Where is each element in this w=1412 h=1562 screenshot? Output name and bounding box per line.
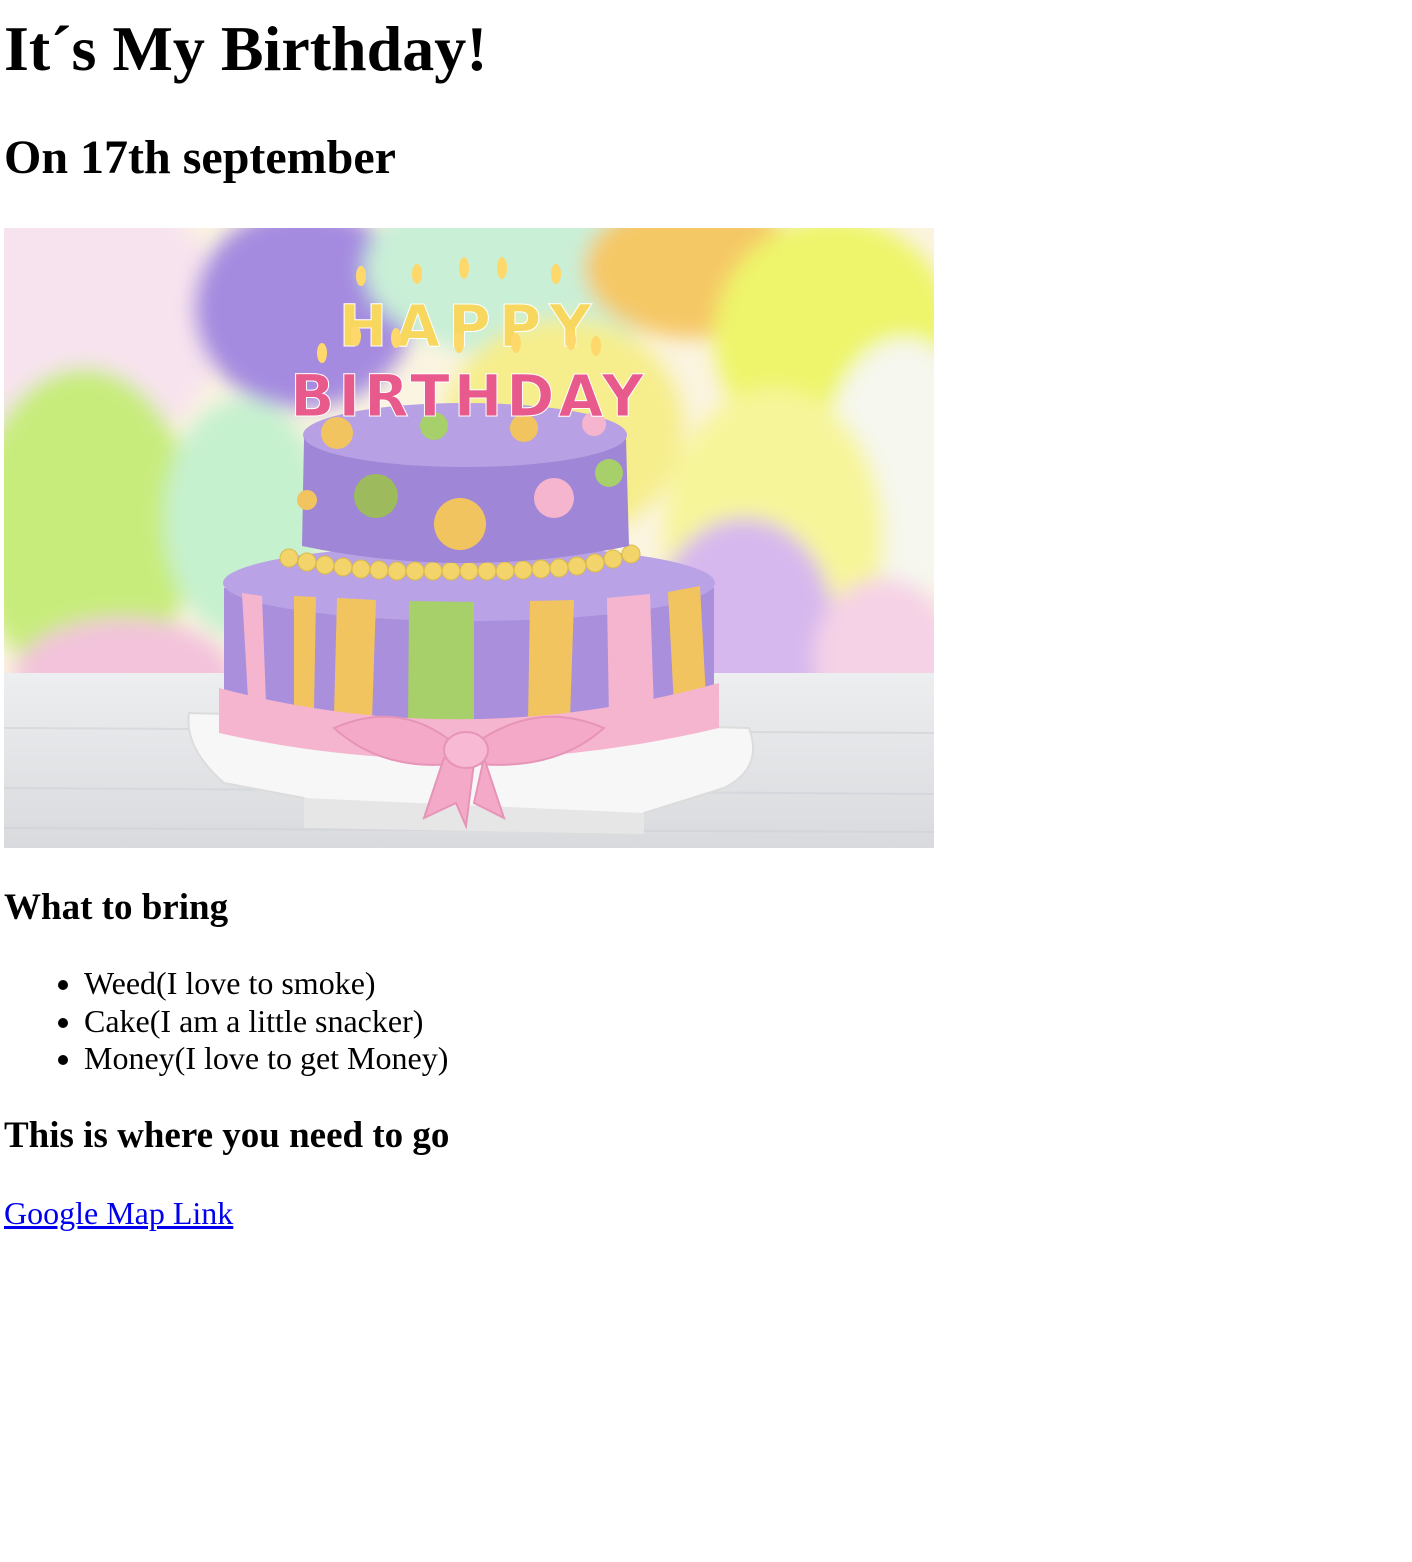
location-heading: This is where you need to go <box>4 1114 450 1156</box>
bring-list: Weed(I love to smoke) Cake(I am a little… <box>4 965 1408 1078</box>
bring-heading: What to bring <box>4 887 229 928</box>
birthday-cake-image: HAPPY BIRTHDAY <box>4 228 934 848</box>
google-map-link[interactable]: Google Map Link <box>4 1195 233 1231</box>
list-item: Weed(I love to smoke) <box>84 965 1408 1003</box>
list-item: Money(I love to get Money) <box>84 1040 1408 1078</box>
candle-topper-happy: HAPPY <box>339 292 599 360</box>
link-paragraph: Google Map Link <box>4 1195 1408 1232</box>
candle-topper-birthday: BIRTHDAY <box>290 362 647 430</box>
date-heading: On 17th september <box>4 131 396 184</box>
page: It´s My Birthday! On 17th september HAPP… <box>0 0 1412 1232</box>
page-title: It´s My Birthday! <box>4 13 488 84</box>
list-item: Cake(I am a little snacker) <box>84 1003 1408 1041</box>
